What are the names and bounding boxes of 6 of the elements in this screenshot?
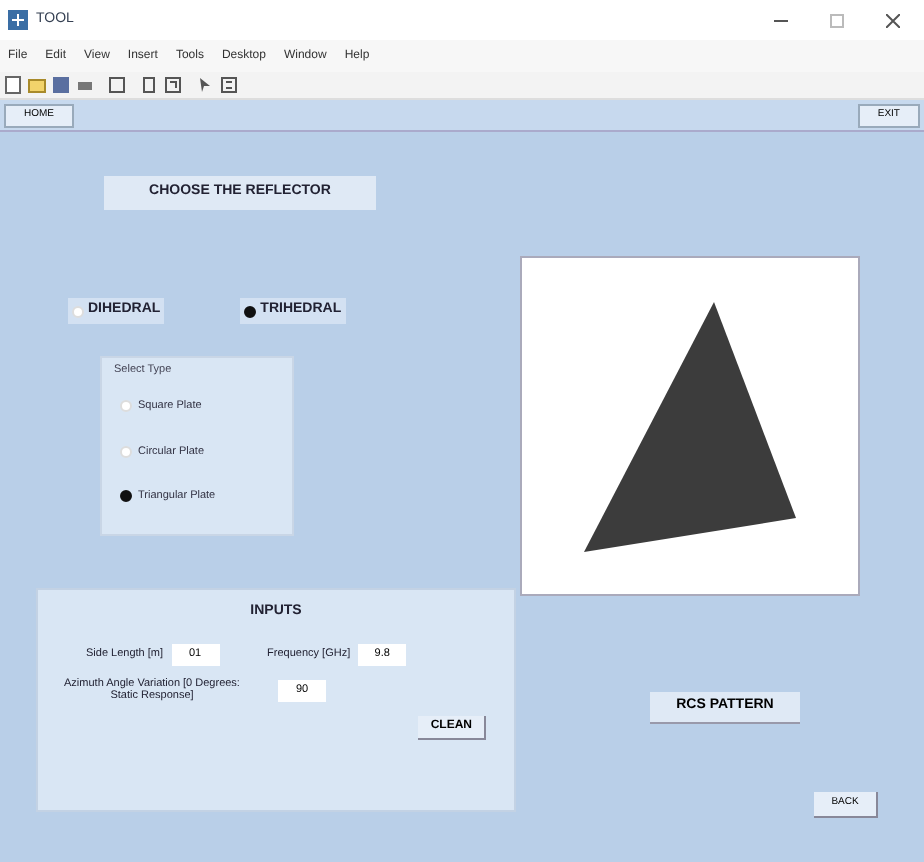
new-file-icon[interactable] bbox=[4, 76, 22, 94]
cursor-icon[interactable] bbox=[196, 76, 214, 94]
minimize-icon[interactable] bbox=[773, 19, 787, 21]
app-icon bbox=[8, 10, 28, 30]
close-icon[interactable] bbox=[885, 13, 899, 27]
folder-icon[interactable] bbox=[28, 76, 46, 94]
